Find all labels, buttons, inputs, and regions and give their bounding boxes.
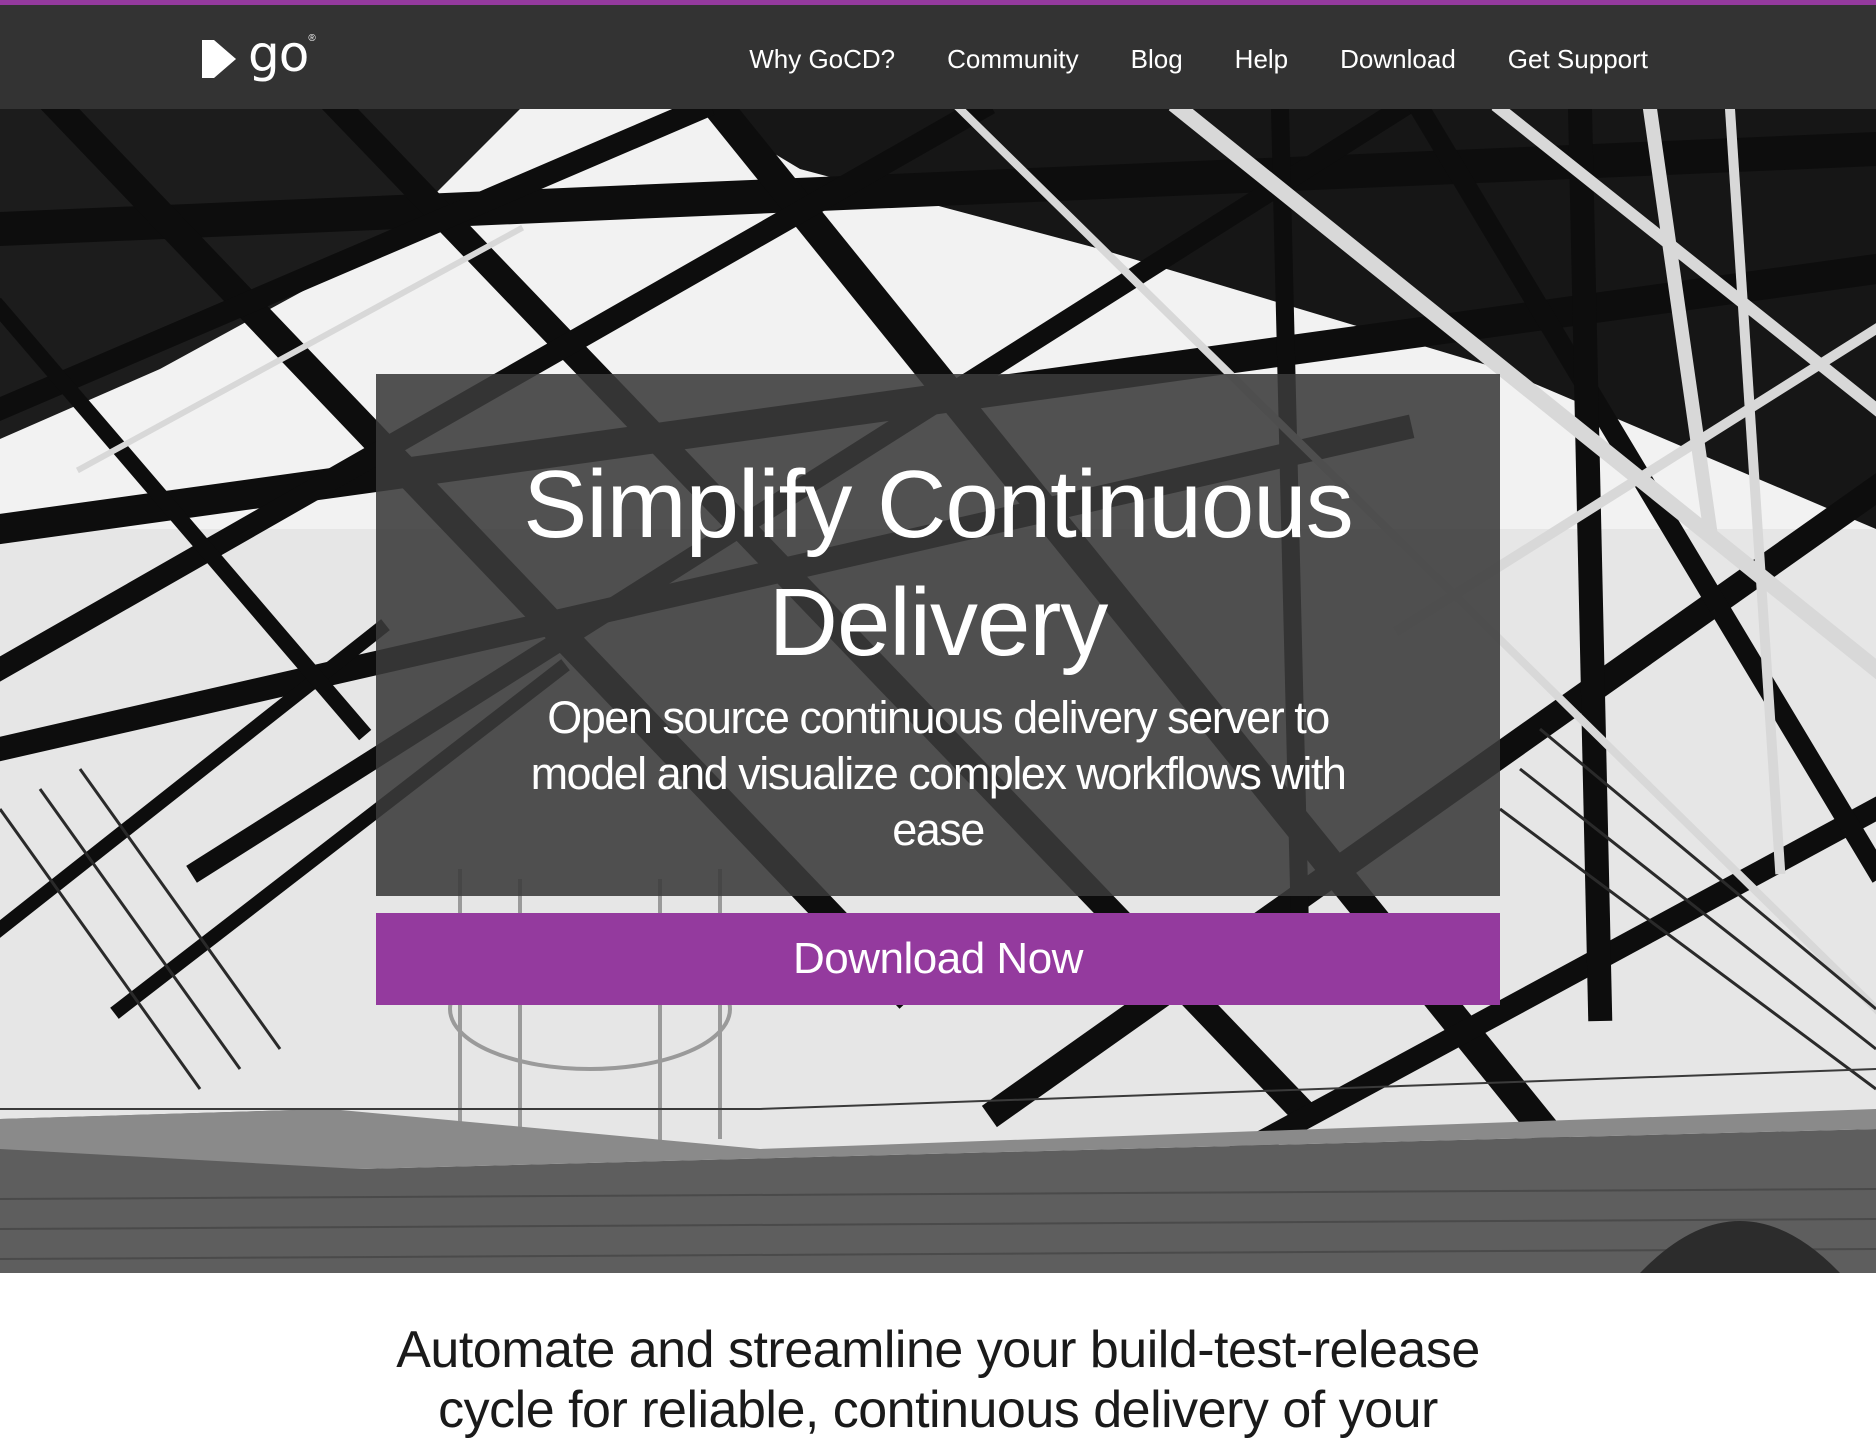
nav-item-help: Help	[1235, 44, 1288, 75]
nav-link-help[interactable]: Help	[1235, 44, 1288, 74]
main-nav: Why GoCD? Community Blog Help Download G…	[697, 5, 1648, 114]
top-navigation-bar: go ® Why GoCD? Community Blog Help Downl…	[0, 0, 1876, 109]
hero-title: Simplify Continuous Delivery	[523, 451, 1353, 676]
nav-item-blog: Blog	[1131, 44, 1183, 75]
nav-link-download[interactable]: Download	[1340, 44, 1456, 74]
logo-wordmark: go	[248, 25, 309, 83]
nav-item-community: Community	[947, 44, 1078, 75]
nav-link-get-support[interactable]: Get Support	[1508, 44, 1648, 74]
hero-section: Simplify Continuous Delivery Open source…	[0, 109, 1876, 1273]
nav-item-download: Download	[1340, 44, 1456, 75]
nav-link-community[interactable]: Community	[947, 44, 1078, 74]
intro-heading: Automate and streamline your build-test-…	[396, 1321, 1480, 1439]
nav-link-blog[interactable]: Blog	[1131, 44, 1183, 74]
logo-registered-mark: ®	[308, 33, 316, 44]
nav-item-why-gocd: Why GoCD?	[749, 44, 895, 75]
download-now-button[interactable]: Download Now	[376, 913, 1500, 1005]
nav-link-why-gocd[interactable]: Why GoCD?	[749, 44, 895, 74]
gocd-play-logo-icon	[202, 40, 236, 78]
nav-item-get-support: Get Support	[1508, 44, 1648, 75]
hero-overlay-panel: Simplify Continuous Delivery Open source…	[376, 374, 1500, 896]
gocd-logo-link[interactable]: go ®	[198, 29, 316, 89]
hero-subtitle: Open source continuous delivery server t…	[530, 692, 1347, 855]
